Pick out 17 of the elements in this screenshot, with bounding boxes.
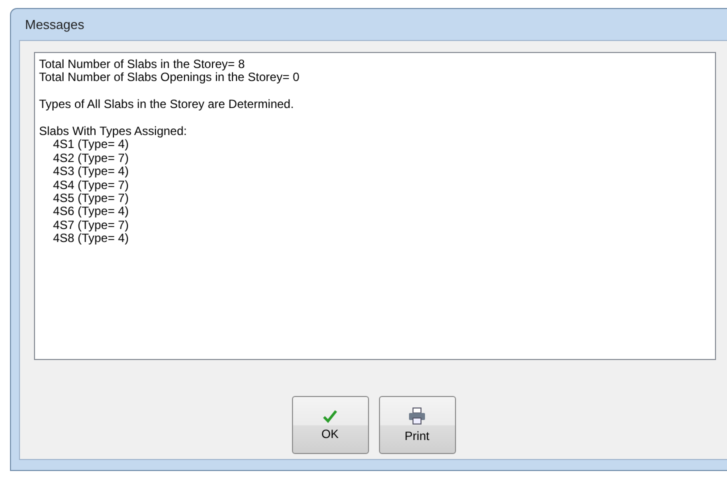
window-title: Messages xyxy=(25,17,84,32)
message-line: Total Number of Slabs Openings in the Storey= 0 xyxy=(39,71,300,85)
message-line: 4S4 (Type= 7) xyxy=(52,178,130,192)
message-line: 4S1 (Type= 4) xyxy=(52,138,129,152)
message-line: 4S6 (Type= 4) xyxy=(52,205,130,219)
message-line: 4S2 (Type= 7) xyxy=(52,152,130,166)
message-line: Types of All Slabs in the Storey are Determined. xyxy=(39,98,295,112)
message-line: 4S8 (Type= 4) xyxy=(52,232,130,246)
message-line: 4S5 (Type= 7) xyxy=(52,192,130,206)
print-button[interactable]: Print xyxy=(378,396,456,454)
message-line: Slabs With Types Assigned: xyxy=(39,125,188,138)
ok-button[interactable]: OK xyxy=(292,396,368,454)
message-line: Total Number of Slabs in the Storey= 8 xyxy=(39,58,246,72)
checkmark-icon xyxy=(323,409,337,423)
printer-icon xyxy=(408,407,426,425)
message-line: 4S3 (Type= 4) xyxy=(52,165,130,179)
message-line: 4S7 (Type= 7) xyxy=(52,218,130,232)
